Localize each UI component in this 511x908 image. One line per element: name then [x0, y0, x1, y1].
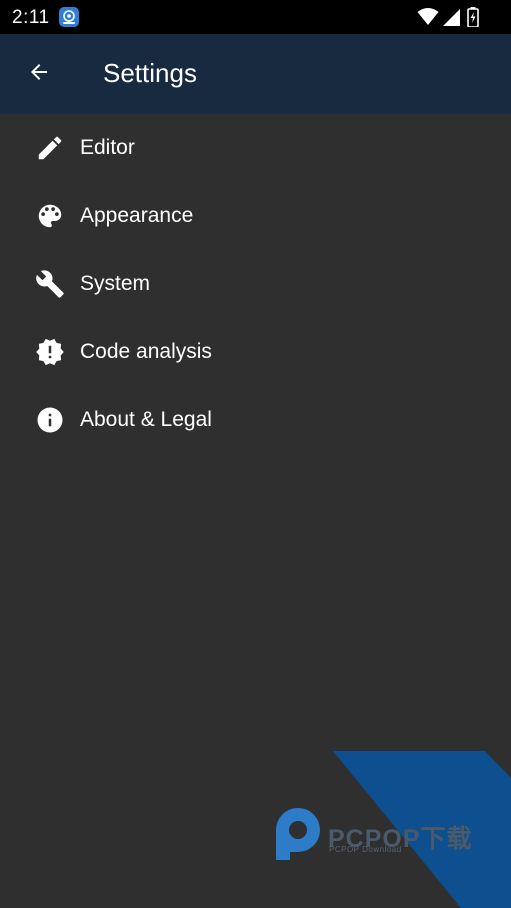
battery-charging-icon — [467, 7, 479, 32]
status-bar: 2:11 — [0, 0, 511, 34]
settings-item-label: Editor — [80, 136, 135, 159]
settings-item-label: Code analysis — [80, 340, 212, 363]
settings-item-code-analysis[interactable]: Code analysis — [0, 318, 511, 386]
settings-item-about-legal[interactable]: About & Legal — [0, 386, 511, 454]
app-bar: Settings — [0, 34, 511, 114]
page-title: Settings — [103, 58, 197, 88]
settings-list: Editor Appearance System Code analysis A… — [0, 114, 511, 454]
signal-icon — [443, 7, 461, 32]
settings-item-label: About & Legal — [80, 408, 212, 431]
info-icon — [34, 404, 66, 436]
app-notification-icon — [58, 6, 80, 28]
settings-item-editor[interactable]: Editor — [0, 114, 511, 182]
settings-item-label: Appearance — [80, 204, 194, 227]
alert-badge-icon — [34, 336, 66, 368]
status-time: 2:11 — [12, 7, 50, 28]
watermark-logo-icon — [276, 808, 320, 860]
wifi-icon — [417, 7, 439, 32]
palette-icon — [34, 200, 66, 232]
settings-item-label: System — [80, 272, 151, 295]
wrench-icon — [34, 268, 66, 300]
back-button[interactable] — [18, 53, 60, 95]
settings-item-system[interactable]: System — [0, 250, 511, 318]
settings-item-appearance[interactable]: Appearance — [0, 182, 511, 250]
pencil-icon — [34, 132, 66, 164]
arrow-left-icon — [27, 60, 51, 89]
watermark-sub: PCPOP Download — [329, 845, 402, 854]
